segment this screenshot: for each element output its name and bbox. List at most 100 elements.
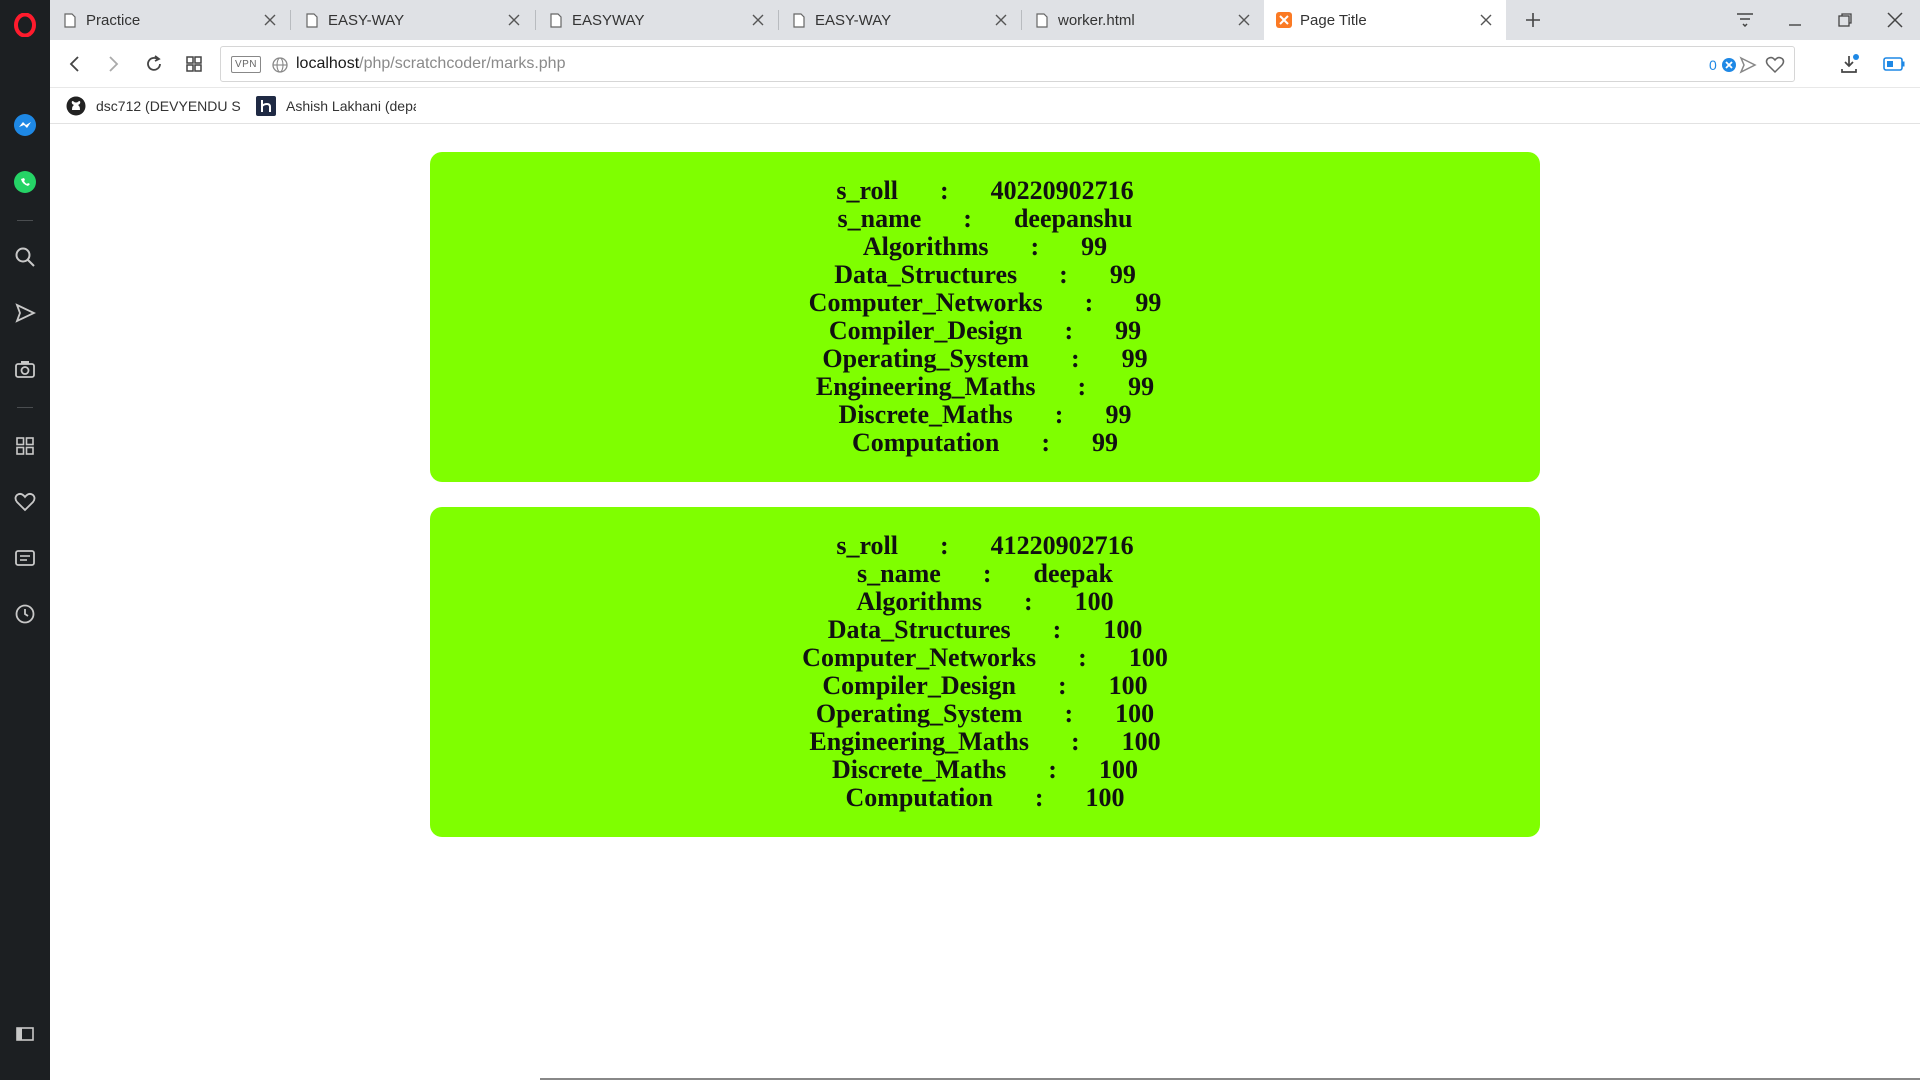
download-icon[interactable] bbox=[1833, 48, 1865, 80]
close-icon[interactable] bbox=[1476, 10, 1496, 30]
close-icon[interactable] bbox=[260, 10, 280, 30]
hashnode-icon bbox=[256, 96, 276, 116]
sidebar-toggle-icon[interactable] bbox=[0, 1014, 50, 1054]
field-value: 100 bbox=[1128, 643, 1168, 672]
history-icon[interactable] bbox=[0, 594, 50, 634]
forward-button[interactable] bbox=[98, 48, 130, 80]
battery-saver-icon[interactable] bbox=[1878, 48, 1910, 80]
speed-dial-icon[interactable] bbox=[0, 426, 50, 466]
tab-practice[interactable]: Practice bbox=[50, 0, 290, 40]
field-value: 99 bbox=[1105, 400, 1132, 429]
tab-label: EASY-WAY bbox=[328, 11, 405, 29]
marks-row: Computer_Networks: 100 bbox=[430, 644, 1540, 672]
minimize-button[interactable] bbox=[1772, 0, 1818, 40]
sidebar-divider bbox=[17, 407, 33, 408]
tab-easyway[interactable]: EASYWAY bbox=[536, 0, 778, 40]
field-separator: : bbox=[1024, 587, 1033, 616]
close-icon[interactable] bbox=[504, 10, 524, 30]
field-value: 99 bbox=[1135, 288, 1162, 317]
search-icon[interactable] bbox=[0, 237, 50, 277]
marks-row: Computation: 99 bbox=[430, 429, 1540, 457]
field-value: 100 bbox=[1098, 755, 1138, 784]
page-icon bbox=[62, 12, 78, 28]
marks-row: Engineering_Maths: 99 bbox=[430, 373, 1540, 401]
marks-row: s_name: deepanshu bbox=[430, 205, 1540, 233]
field-separator: : bbox=[1070, 727, 1080, 756]
field-separator: : bbox=[939, 176, 949, 205]
field-value: 99 bbox=[1128, 372, 1155, 401]
field-separator: : bbox=[1059, 260, 1068, 289]
field-separator: : bbox=[982, 559, 992, 588]
page-icon bbox=[791, 12, 807, 28]
adblock-icon bbox=[1721, 58, 1736, 72]
bookmark-heart-icon[interactable] bbox=[1765, 55, 1785, 75]
close-icon[interactable] bbox=[991, 10, 1011, 30]
field-separator: : bbox=[1084, 288, 1094, 317]
field-key: Computer_Networks bbox=[808, 288, 1043, 317]
field-separator: : bbox=[1070, 344, 1080, 373]
marks-row: s_roll: 40220902716 bbox=[430, 177, 1540, 205]
address-bar-row: VPN localhost/php/scratchcoder/marks.php… bbox=[50, 40, 1920, 88]
tab-menu-icon[interactable] bbox=[1722, 0, 1768, 40]
xampp-icon bbox=[1276, 12, 1292, 28]
tab-label: EASY-WAY bbox=[815, 11, 892, 29]
field-value: 40220902716 bbox=[990, 176, 1134, 205]
close-icon[interactable] bbox=[748, 10, 768, 30]
tab-easy-way-2[interactable]: EASY-WAY bbox=[779, 0, 1021, 40]
whatsapp-icon[interactable] bbox=[0, 162, 50, 202]
field-value: 100 bbox=[1108, 671, 1148, 700]
field-separator: : bbox=[963, 204, 972, 233]
field-key: Discrete_Maths bbox=[838, 400, 1013, 429]
field-value: 41220902716 bbox=[990, 531, 1134, 560]
sidebar-divider bbox=[17, 220, 33, 221]
field-key: Computation bbox=[851, 428, 1000, 457]
student-card: s_roll:41220902716 s_name: deepak Algorithm… bbox=[430, 507, 1540, 837]
heart-icon[interactable] bbox=[0, 482, 50, 522]
page-icon bbox=[548, 12, 564, 28]
field-separator: : bbox=[1064, 699, 1074, 728]
tabs-grid-icon[interactable] bbox=[178, 48, 210, 80]
tab-page-title[interactable]: Page Title bbox=[1264, 0, 1506, 40]
back-button[interactable] bbox=[58, 48, 90, 80]
field-key: Data_Structures bbox=[834, 260, 1018, 289]
globe-icon bbox=[271, 56, 289, 74]
tab-worker-html[interactable]: worker.html bbox=[1022, 0, 1264, 40]
restore-button[interactable] bbox=[1822, 0, 1868, 40]
marks-row: Discrete_Maths: 100 bbox=[430, 756, 1540, 784]
student-card: s_roll:40220902716 s_name: deepanshu Algori… bbox=[430, 152, 1540, 482]
field-key: Algorithms bbox=[862, 232, 989, 261]
send-to-flow-icon[interactable] bbox=[1739, 55, 1757, 75]
close-window-button[interactable] bbox=[1872, 0, 1918, 40]
marks-row: Operating_System: 99 bbox=[430, 345, 1540, 373]
messenger-icon[interactable] bbox=[0, 105, 50, 145]
marks-row: Data_Structures: 99 bbox=[430, 261, 1540, 289]
opera-logo-icon[interactable] bbox=[0, 5, 50, 45]
marks-row: s_roll: 41220902716 bbox=[430, 532, 1540, 560]
field-key: s_roll bbox=[836, 176, 898, 205]
tab-label: worker.html bbox=[1058, 11, 1135, 29]
url-text[interactable]: localhost/php/scratchcoder/marks.php bbox=[296, 55, 565, 73]
url-path: /php/scratchcoder/marks.php bbox=[359, 55, 566, 72]
reload-button[interactable] bbox=[138, 48, 170, 80]
tab-easy-way[interactable]: EASY-WAY bbox=[292, 0, 534, 40]
vpn-badge[interactable]: VPN bbox=[231, 56, 261, 73]
tab-label: Practice bbox=[86, 11, 141, 29]
news-icon[interactable] bbox=[0, 538, 50, 578]
field-value: 99 bbox=[1121, 344, 1148, 373]
field-value: 100 bbox=[1074, 587, 1114, 616]
camera-icon[interactable] bbox=[0, 349, 50, 389]
field-key: Compiler_Design bbox=[822, 671, 1016, 700]
field-separator: : bbox=[1052, 615, 1062, 644]
field-separator: : bbox=[1034, 783, 1044, 812]
url-host: localhost bbox=[296, 55, 360, 72]
field-separator: : bbox=[1041, 428, 1051, 457]
bookmark-item[interactable]: dsc712 (DEVYENDU S bbox=[66, 95, 241, 117]
bookmark-item[interactable]: Ashish Lakhani (depa bbox=[256, 95, 416, 117]
bookmark-label: dsc712 (DEVYENDU S bbox=[96, 98, 241, 114]
adblock-counter[interactable]: 0 bbox=[1709, 55, 1737, 75]
close-icon[interactable] bbox=[1234, 10, 1254, 30]
new-tab-button[interactable] bbox=[1510, 0, 1556, 40]
send-icon[interactable] bbox=[0, 293, 50, 333]
url-field[interactable]: VPN localhost/php/scratchcoder/marks.php… bbox=[220, 46, 1795, 82]
field-value: 99 bbox=[1109, 260, 1136, 289]
